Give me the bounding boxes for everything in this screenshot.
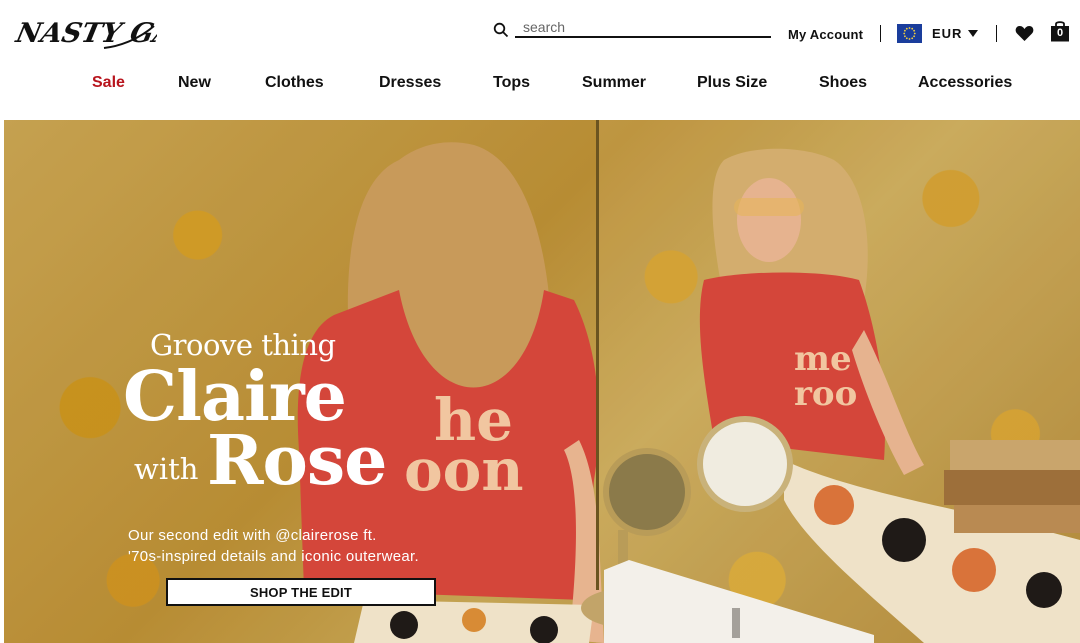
- search-icon[interactable]: [493, 22, 509, 38]
- svg-text:NASTY GAL: NASTY GAL: [12, 17, 157, 49]
- shop-the-edit-button[interactable]: SHOP THE EDIT: [166, 578, 436, 606]
- hero-description-line: Our second edit with @clairerose ft.: [128, 527, 377, 544]
- search-input[interactable]: [515, 17, 771, 38]
- main-nav: Sale New Clothes Dresses Tops Summer Plu…: [0, 74, 1080, 98]
- bag-count: 0: [1056, 27, 1064, 39]
- logo-wordmark: NASTY GAL: [12, 17, 197, 49]
- header-divider: [880, 25, 881, 42]
- nav-item-new[interactable]: New: [178, 74, 211, 92]
- currency-label: EUR: [932, 25, 963, 41]
- chevron-down-icon: [968, 29, 979, 37]
- hero-banner[interactable]: he oon me roo Groove thing Claire with R…: [4, 120, 1080, 643]
- eu-flag-icon: [897, 23, 922, 43]
- heart-icon[interactable]: [1015, 25, 1034, 42]
- nav-item-plus-size[interactable]: Plus Size: [697, 74, 767, 92]
- header-divider: [996, 25, 997, 42]
- my-account-link[interactable]: My Account: [788, 27, 863, 42]
- nav-item-tops[interactable]: Tops: [493, 74, 530, 92]
- currency-selector[interactable]: EUR: [897, 23, 979, 43]
- shopping-bag-button[interactable]: 0: [1050, 20, 1070, 42]
- hero-title-rose: Rose: [207, 421, 387, 501]
- search-bar: [493, 17, 771, 39]
- site-header: NASTY GAL My Account EUR: [0, 0, 1080, 120]
- nav-item-shoes[interactable]: Shoes: [819, 74, 867, 92]
- nav-item-dresses[interactable]: Dresses: [379, 74, 441, 92]
- hero-title-with: with: [134, 452, 199, 486]
- hero-description: Our second edit with @clairerose ft. '70…: [128, 525, 528, 567]
- nav-item-summer[interactable]: Summer: [582, 74, 646, 92]
- svg-text:me: me: [794, 339, 852, 379]
- hero-description-line: '70s-inspired details and iconic outerwe…: [128, 548, 419, 565]
- nav-item-sale[interactable]: Sale: [92, 74, 125, 92]
- mirror-edge: [596, 120, 599, 590]
- svg-text:oon: oon: [404, 436, 524, 504]
- svg-text:roo: roo: [794, 374, 857, 414]
- nav-item-accessories[interactable]: Accessories: [918, 74, 1012, 92]
- nav-item-clothes[interactable]: Clothes: [265, 74, 324, 92]
- nasty-gal-logo[interactable]: NASTY GAL: [12, 8, 197, 54]
